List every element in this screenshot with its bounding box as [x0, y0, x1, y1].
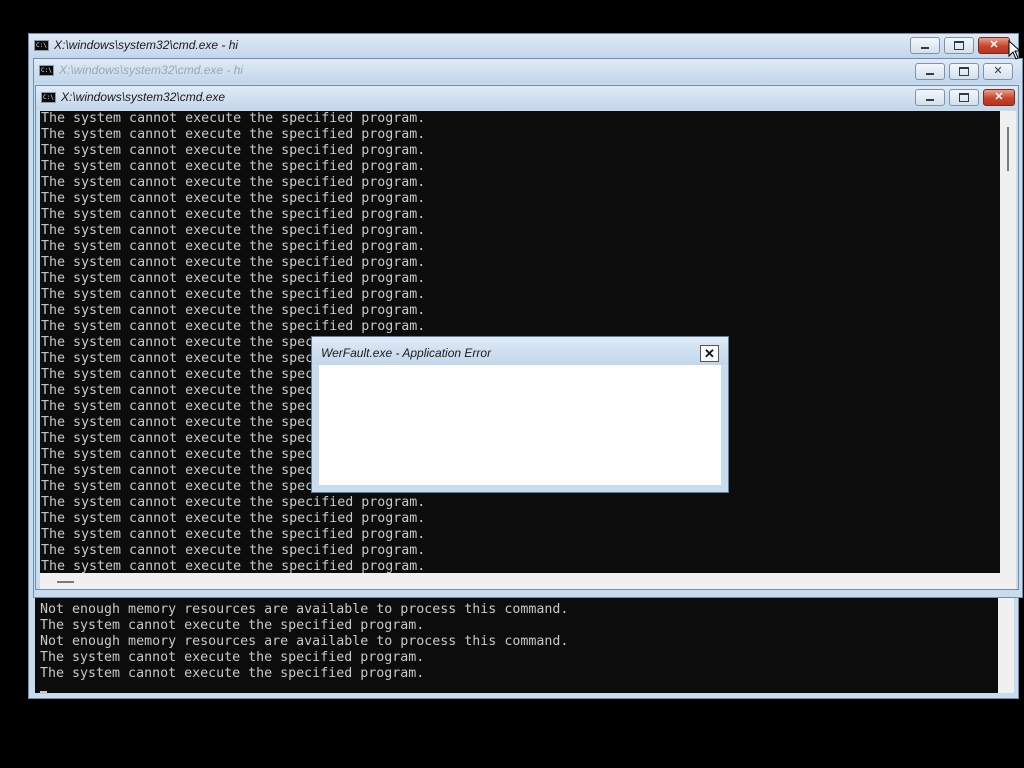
close-icon: ✕ — [993, 65, 1003, 77]
console-line: The system cannot execute the specified … — [41, 319, 426, 334]
console-line: Not enough memory resources are availabl… — [40, 602, 569, 617]
console-line: The system cannot execute the specified … — [41, 143, 426, 158]
minimize-button-front[interactable] — [915, 89, 945, 106]
dialog-close-button[interactable]: ✕ — [700, 345, 719, 362]
close-icon: ✕ — [704, 346, 715, 361]
console-line: Not enough memory resources are availabl… — [40, 634, 569, 649]
console-line: The system cannot execute the specified … — [41, 175, 426, 190]
close-button-back[interactable]: ✕ — [978, 37, 1010, 54]
cmd-icon: C:\ — [41, 92, 56, 103]
minimize-button-back[interactable] — [910, 37, 940, 54]
minimize-icon — [926, 99, 934, 101]
mouse-pointer-icon — [1008, 40, 1022, 60]
console-line: The system cannot execute the specified … — [41, 527, 426, 542]
cmd-icon: C:\ — [34, 40, 49, 51]
console-line: The system cannot execute the specified … — [40, 666, 425, 681]
scrollbar-thumb[interactable] — [1007, 127, 1009, 171]
console-line: The system cannot execute the specified … — [41, 159, 426, 174]
window-title-middle: X:\windows\system32\cmd.exe - hi — [59, 63, 244, 77]
console-line: The system cannot execute the specified … — [41, 207, 426, 222]
minimize-button-middle[interactable] — [915, 63, 945, 80]
titlebar-front[interactable]: C:\ X:\windows\system32\cmd.exe ✕ — [36, 86, 1018, 110]
console-line: The system cannot execute the specified … — [41, 511, 426, 526]
horizontal-scrollbar-thumb[interactable] — [57, 581, 74, 583]
vertical-scrollbar[interactable] — [1000, 111, 1016, 573]
window-title-back: X:\windows\system32\cmd.exe - hi — [54, 38, 239, 52]
close-button-front[interactable]: ✕ — [983, 89, 1015, 106]
horizontal-scrollbar[interactable] — [40, 573, 1016, 589]
console-line: The system cannot execute the specified … — [41, 559, 426, 573]
close-button-middle[interactable]: ✕ — [983, 63, 1013, 80]
close-icon: ✕ — [989, 39, 999, 51]
maximize-icon — [954, 41, 964, 50]
minimize-icon — [926, 73, 934, 75]
maximize-icon — [959, 67, 969, 76]
window-title-front: X:\windows\system32\cmd.exe — [61, 90, 226, 104]
maximize-button-middle[interactable] — [949, 63, 979, 80]
console-bottom[interactable]: Not enough memory resources are availabl… — [35, 597, 998, 693]
dialog-title: WerFault.exe - Application Error — [321, 346, 492, 360]
console-line: The system cannot execute the specified … — [40, 650, 425, 665]
console-line: The system cannot execute the specified … — [41, 303, 426, 318]
dialog-body — [319, 365, 721, 485]
minimize-icon — [921, 47, 929, 49]
titlebar-back[interactable]: C:\ X:\windows\system32\cmd.exe - hi ✕ — [29, 34, 1018, 58]
console-line: The system cannot execute the specified … — [41, 495, 426, 510]
console-line: The system cannot execute the specified … — [41, 271, 426, 286]
console-line: The system cannot execute the specified … — [40, 618, 425, 633]
maximize-icon — [959, 93, 969, 102]
text-cursor — [40, 691, 47, 694]
error-dialog[interactable]: WerFault.exe - Application Error ✕ — [311, 336, 729, 493]
scrollbar-bottom[interactable] — [998, 597, 1014, 693]
titlebar-middle[interactable]: C:\ X:\windows\system32\cmd.exe - hi ✕ — [34, 59, 1022, 83]
cmd-icon: C:\ — [39, 65, 54, 76]
dialog-titlebar[interactable]: WerFault.exe - Application Error ✕ — [312, 337, 728, 365]
console-line: The system cannot execute the specified … — [41, 127, 426, 142]
console-line: The system cannot execute the specified … — [41, 543, 426, 558]
console-line: The system cannot execute the specified … — [41, 287, 426, 302]
maximize-button-front[interactable] — [949, 89, 979, 106]
maximize-button-back[interactable] — [944, 37, 974, 54]
console-line: The system cannot execute the specified … — [41, 255, 426, 270]
console-line: The system cannot execute the specified … — [41, 223, 426, 238]
console-line: The system cannot execute the specified … — [41, 191, 426, 206]
console-line: The system cannot execute the specified … — [41, 239, 426, 254]
close-icon: ✕ — [994, 91, 1004, 103]
console-line: The system cannot execute the specified … — [41, 111, 426, 126]
